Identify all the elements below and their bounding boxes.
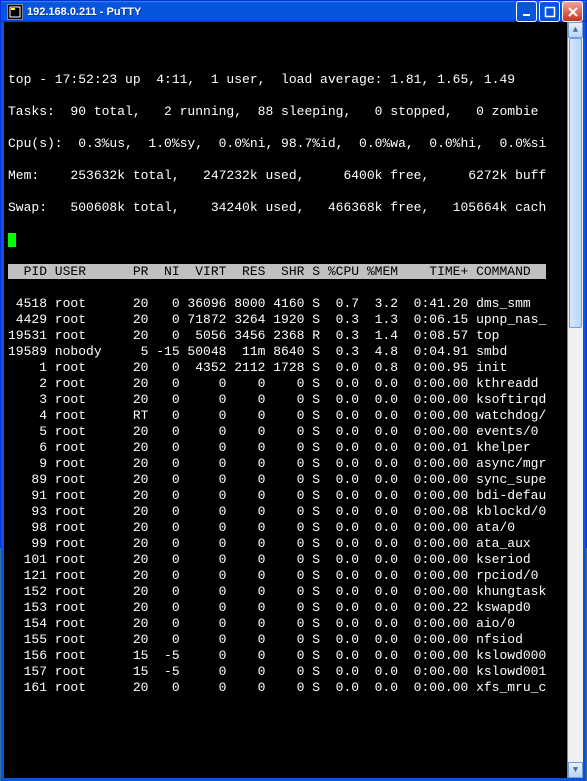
process-list: 4518 root 20 0 36096 8000 4160 S 0.7 3.2…	[8, 296, 563, 696]
process-row: 2 root 20 0 0 0 0 S 0.0 0.0 0:00.00 kthr…	[8, 376, 563, 392]
titlebar[interactable]: 192.168.0.211 - PuTTY	[1, 1, 586, 22]
close-button[interactable]	[562, 1, 583, 22]
process-row: 6 root 20 0 0 0 0 S 0.0 0.0 0:00.01 khel…	[8, 440, 563, 456]
window-title: 192.168.0.211 - PuTTY	[27, 6, 516, 18]
process-row: 152 root 20 0 0 0 0 S 0.0 0.0 0:00.00 kh…	[8, 584, 563, 600]
process-row: 89 root 20 0 0 0 0 S 0.0 0.0 0:00.00 syn…	[8, 472, 563, 488]
process-row: 157 root 15 -5 0 0 0 S 0.0 0.0 0:00.00 k…	[8, 664, 563, 680]
process-row: 161 root 20 0 0 0 0 S 0.0 0.0 0:00.00 xf…	[8, 680, 563, 696]
process-row: 5 root 20 0 0 0 0 S 0.0 0.0 0:00.00 even…	[8, 424, 563, 440]
putty-icon	[7, 4, 23, 20]
process-row: 93 root 20 0 0 0 0 S 0.0 0.0 0:00.08 kbl…	[8, 504, 563, 520]
scroll-up-button[interactable]: ▲	[568, 22, 583, 38]
maximize-button[interactable]	[539, 1, 560, 22]
top-summary-line3: Cpu(s): 0.3%us, 1.0%sy, 0.0%ni, 98.7%id,…	[8, 136, 563, 152]
terminal[interactable]: top - 17:52:23 up 4:11, 1 user, load ave…	[4, 22, 583, 778]
process-row: 153 root 20 0 0 0 0 S 0.0 0.0 0:00.22 ks…	[8, 600, 563, 616]
cursor-icon	[8, 233, 16, 247]
top-summary-line1: top - 17:52:23 up 4:11, 1 user, load ave…	[8, 72, 563, 88]
process-row: 121 root 20 0 0 0 0 S 0.0 0.0 0:00.00 rp…	[8, 568, 563, 584]
process-row: 4429 root 20 0 71872 3264 1920 S 0.3 1.3…	[8, 312, 563, 328]
process-row: 156 root 15 -5 0 0 0 S 0.0 0.0 0:00.00 k…	[8, 648, 563, 664]
process-row: 4518 root 20 0 36096 8000 4160 S 0.7 3.2…	[8, 296, 563, 312]
window-frame: top - 17:52:23 up 4:11, 1 user, load ave…	[1, 22, 586, 781]
process-row: 155 root 20 0 0 0 0 S 0.0 0.0 0:00.00 nf…	[8, 632, 563, 648]
process-row: 3 root 20 0 0 0 0 S 0.0 0.0 0:00.00 ksof…	[8, 392, 563, 408]
process-row: 99 root 20 0 0 0 0 S 0.0 0.0 0:00.00 ata…	[8, 536, 563, 552]
process-row: 9 root 20 0 0 0 0 S 0.0 0.0 0:00.00 asyn…	[8, 456, 563, 472]
process-row: 91 root 20 0 0 0 0 S 0.0 0.0 0:00.00 bdi…	[8, 488, 563, 504]
window-buttons	[516, 1, 583, 22]
process-row: 154 root 20 0 0 0 0 S 0.0 0.0 0:00.00 ai…	[8, 616, 563, 632]
scroll-thumb[interactable]	[569, 38, 582, 328]
cursor-line	[8, 232, 563, 248]
top-summary-line2: Tasks: 90 total, 2 running, 88 sleeping,…	[8, 104, 563, 120]
process-row: 1 root 20 0 4352 2112 1728 S 0.0 0.8 0:0…	[8, 360, 563, 376]
process-row: 4 root RT 0 0 0 0 S 0.0 0.0 0:00.00 watc…	[8, 408, 563, 424]
scroll-down-button[interactable]: ▼	[568, 762, 583, 778]
process-list-header: PID USER PR NI VIRT RES SHR S %CPU %MEM …	[8, 264, 563, 280]
process-row: 19589 nobody 5 -15 50048 11m 8640 S 0.3 …	[8, 344, 563, 360]
process-row: 19531 root 20 0 5056 3456 2368 R 0.3 1.4…	[8, 328, 563, 344]
scroll-track[interactable]	[568, 38, 583, 762]
process-row: 98 root 20 0 0 0 0 S 0.0 0.0 0:00.00 ata…	[8, 520, 563, 536]
scrollbar[interactable]: ▲ ▼	[567, 22, 583, 778]
minimize-button[interactable]	[516, 1, 537, 22]
top-summary-line5: Swap: 500608k total, 34240k used, 466368…	[8, 200, 563, 216]
top-summary-line4: Mem: 253632k total, 247232k used, 6400k …	[8, 168, 563, 184]
putty-window: 192.168.0.211 - PuTTY top - 17:52:23 up …	[0, 0, 587, 548]
process-row: 101 root 20 0 0 0 0 S 0.0 0.0 0:00.00 ks…	[8, 552, 563, 568]
